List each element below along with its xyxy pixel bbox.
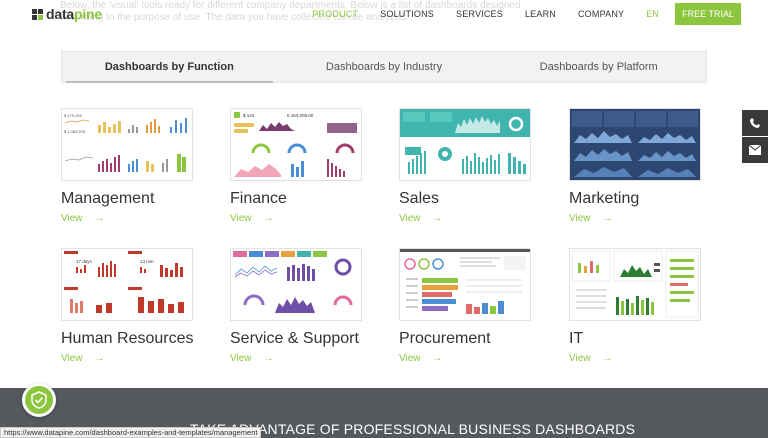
view-link[interactable]: View → bbox=[230, 213, 362, 224]
thumb-graphic bbox=[400, 249, 530, 314]
arrow-right-icon: → bbox=[432, 353, 443, 364]
card-title[interactable]: Sales bbox=[399, 190, 531, 208]
arrow-right-icon: → bbox=[602, 353, 613, 364]
card-title[interactable]: Human Resources bbox=[61, 330, 194, 348]
card-title[interactable]: Procurement bbox=[399, 330, 531, 348]
tab-by-industry[interactable]: Dashboards by Industry bbox=[277, 52, 492, 82]
email-button[interactable] bbox=[742, 137, 768, 163]
view-link[interactable]: View → bbox=[399, 213, 531, 224]
view-link[interactable]: View → bbox=[569, 213, 701, 224]
dashboard-card-management[interactable]: $ 479,159 $ 1,063,578 Management View → bbox=[61, 108, 193, 224]
phone-icon bbox=[750, 118, 760, 128]
view-link-label: View bbox=[61, 213, 83, 224]
thumb-graphic bbox=[234, 112, 357, 177]
dashboard-category-tabs: Dashboards by Function Dashboards by Ind… bbox=[61, 51, 707, 83]
logo-mark-icon bbox=[32, 8, 43, 20]
view-link[interactable]: View → bbox=[61, 353, 193, 364]
free-trial-button[interactable]: FREE TRIAL bbox=[675, 3, 741, 25]
shield-check-icon bbox=[31, 391, 47, 409]
view-link[interactable]: View → bbox=[230, 353, 362, 364]
thumb-graphic bbox=[64, 118, 187, 172]
language-switch[interactable]: EN bbox=[646, 9, 659, 19]
card-title[interactable]: Finance bbox=[230, 190, 362, 208]
card-title[interactable]: Management bbox=[61, 190, 193, 208]
trust-badge[interactable] bbox=[22, 383, 56, 417]
datapine-logo[interactable]: datapine bbox=[32, 6, 102, 22]
thumb-graphic bbox=[64, 251, 184, 313]
nav-learn[interactable]: LEARN bbox=[525, 9, 556, 19]
finance-dashboard-thumbnail[interactable]: $ 144 € 163,008.00 bbox=[230, 108, 362, 181]
nav-company[interactable]: COMPANY bbox=[578, 9, 624, 19]
tab-by-function[interactable]: Dashboards by Function bbox=[62, 52, 277, 83]
view-link-label: View bbox=[230, 353, 252, 364]
arrow-right-icon: → bbox=[94, 213, 105, 224]
arrow-right-icon: → bbox=[602, 213, 613, 224]
service-support-dashboard-thumbnail[interactable] bbox=[230, 248, 362, 321]
thumb-graphic bbox=[400, 109, 530, 174]
logo-text: datapine bbox=[46, 6, 102, 22]
procurement-dashboard-thumbnail[interactable] bbox=[399, 248, 531, 321]
card-title[interactable]: IT bbox=[569, 330, 701, 348]
tab-by-platform[interactable]: Dashboards by Platform bbox=[491, 52, 706, 82]
nav-services[interactable]: SERVICES bbox=[456, 9, 503, 19]
view-link-label: View bbox=[399, 213, 421, 224]
dashboard-card-human-resources[interactable]: 17 days 13 min Human Resources View → bbox=[61, 248, 194, 364]
view-link[interactable]: View → bbox=[569, 353, 701, 364]
arrow-right-icon: → bbox=[432, 213, 443, 224]
dashboard-card-service-support[interactable]: Service & Support View → bbox=[230, 248, 362, 364]
dashboard-card-marketing[interactable]: $584,822 $1,280,000 $35,321 $5,102 Marke… bbox=[569, 108, 701, 224]
sales-dashboard-thumbnail[interactable] bbox=[399, 108, 531, 181]
thumb-graphic bbox=[571, 250, 699, 318]
view-link-label: View bbox=[399, 353, 421, 364]
view-link-label: View bbox=[230, 213, 252, 224]
view-link-label: View bbox=[569, 213, 591, 224]
thumb-graphic bbox=[233, 251, 353, 313]
view-link-label: View bbox=[61, 353, 83, 364]
thumb-graphic bbox=[572, 111, 698, 177]
view-link[interactable]: View → bbox=[399, 353, 531, 364]
dashboard-card-procurement[interactable]: Procurement View → bbox=[399, 248, 531, 364]
card-title[interactable]: Marketing bbox=[569, 190, 701, 208]
management-dashboard-thumbnail[interactable]: $ 479,159 $ 1,063,578 bbox=[61, 108, 193, 181]
it-dashboard-thumbnail[interactable] bbox=[569, 248, 701, 321]
arrow-right-icon: → bbox=[263, 213, 274, 224]
view-link[interactable]: View → bbox=[61, 213, 193, 224]
arrow-right-icon: → bbox=[94, 353, 105, 364]
view-link-label: View bbox=[569, 353, 591, 364]
nav-product[interactable]: PRODUCT bbox=[312, 9, 358, 19]
dashboard-card-it[interactable]: IT View → bbox=[569, 248, 701, 364]
card-title[interactable]: Service & Support bbox=[230, 330, 362, 348]
mail-icon bbox=[749, 145, 761, 155]
arrow-right-icon: → bbox=[263, 353, 274, 364]
nav-solutions[interactable]: SOLUTIONS bbox=[380, 9, 434, 19]
status-bar-url: https://www.datapine.com/dashboard-examp… bbox=[0, 427, 262, 438]
dashboard-card-finance[interactable]: $ 144 € 163,008.00 Finance View → bbox=[230, 108, 362, 224]
dashboard-card-sales[interactable]: Sales View → bbox=[399, 108, 531, 224]
main-nav: PRODUCT SOLUTIONS SERVICES LEARN COMPANY… bbox=[312, 0, 768, 28]
phone-button[interactable] bbox=[742, 110, 768, 136]
marketing-dashboard-thumbnail[interactable]: $584,822 $1,280,000 $35,321 $5,102 bbox=[569, 108, 701, 181]
hr-dashboard-thumbnail[interactable]: 17 days 13 min bbox=[61, 248, 193, 321]
top-header: Below, the 'visual' tools ready for diff… bbox=[0, 0, 768, 28]
